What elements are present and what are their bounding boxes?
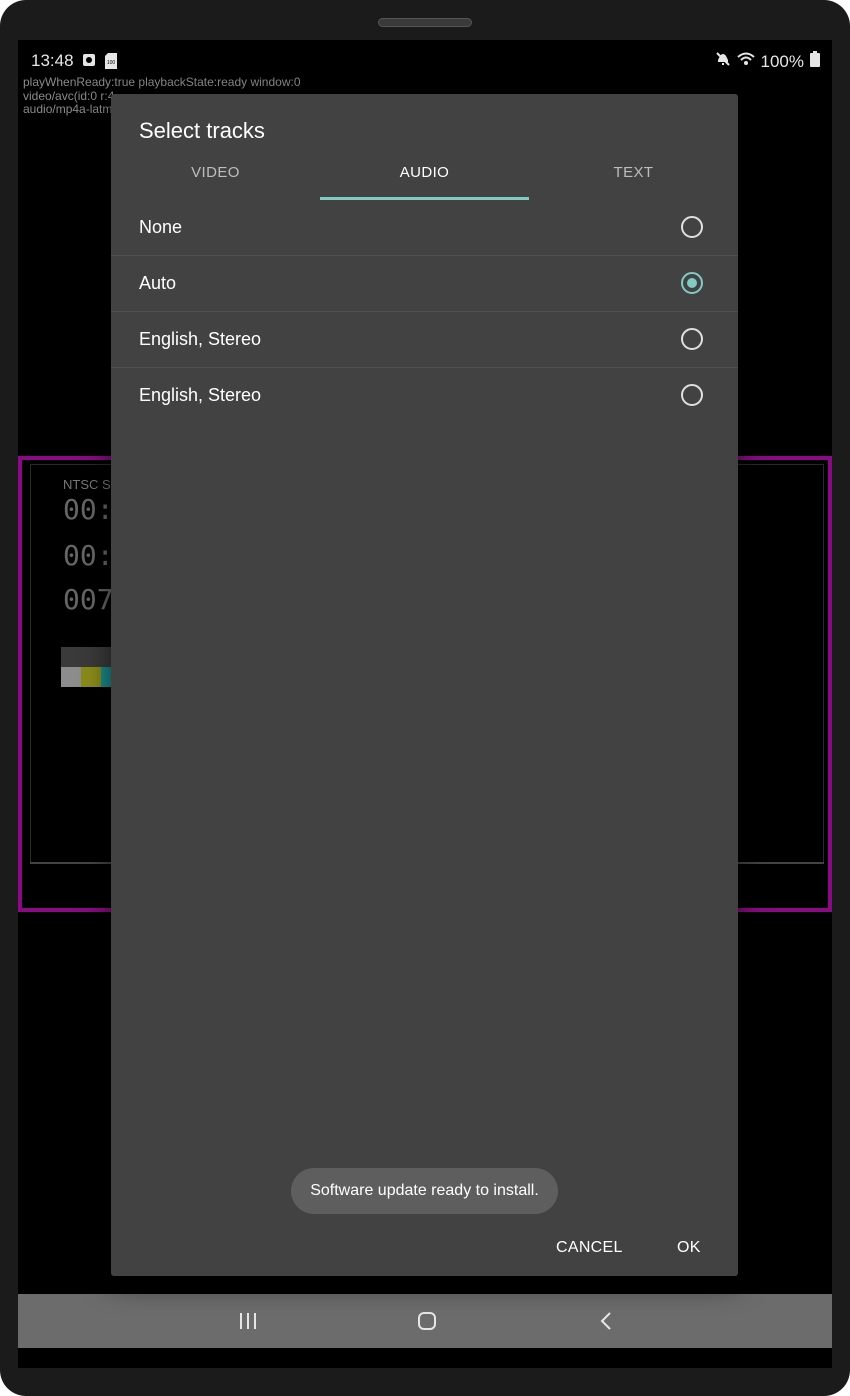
cancel-button[interactable]: CANCEL	[548, 1228, 631, 1268]
radio-button-checked[interactable]	[681, 272, 703, 294]
camera-notification-icon	[82, 53, 96, 72]
back-button[interactable]	[586, 1304, 626, 1338]
track-option-auto[interactable]: Auto	[111, 256, 738, 312]
radio-button[interactable]	[681, 384, 703, 406]
debug-line-3: audio/mp4a-latm	[23, 102, 113, 116]
track-list: None Auto English, Stereo English, Stere…	[111, 200, 738, 423]
status-right-group: 100%	[715, 51, 820, 72]
color-bar	[61, 647, 81, 667]
ok-button[interactable]: OK	[669, 1228, 709, 1268]
recent-apps-icon	[240, 1313, 256, 1329]
tab-video[interactable]: VIDEO	[111, 154, 320, 202]
speaker-grille	[378, 18, 472, 27]
toast-message: Software update ready to install.	[291, 1168, 558, 1214]
recent-apps-button[interactable]	[228, 1304, 268, 1338]
track-label: None	[139, 217, 183, 237]
wifi-icon	[736, 51, 755, 72]
track-type-tabs: VIDEO AUDIO TEXT	[111, 154, 738, 202]
sd-card-icon: 100	[105, 53, 117, 74]
color-bar	[81, 647, 101, 667]
dialog-title: Select tracks	[139, 118, 265, 143]
navigation-bar	[18, 1294, 832, 1348]
back-icon	[600, 1312, 611, 1330]
tab-audio[interactable]: AUDIO	[320, 154, 529, 202]
device-frame: 13:48 100 100% playWhenReady:true playba…	[0, 0, 850, 1396]
battery-level: 100%	[760, 51, 804, 71]
status-time: 13:48	[31, 51, 74, 70]
color-bar	[81, 667, 101, 687]
track-label: Auto	[139, 273, 177, 293]
track-label: English, Stereo	[139, 385, 262, 405]
home-button[interactable]	[407, 1304, 447, 1338]
sd-card-badge-text: 100	[107, 60, 116, 66]
color-bar	[61, 667, 81, 687]
track-label: English, Stereo	[139, 329, 262, 349]
tab-text[interactable]: TEXT	[529, 154, 738, 202]
battery-icon	[810, 51, 820, 72]
radio-button[interactable]	[681, 328, 703, 350]
select-tracks-dialog: Select tracks VIDEO AUDIO TEXT None Auto…	[111, 94, 738, 1276]
debug-line-1: playWhenReady:true playbackState:ready w…	[23, 75, 301, 89]
track-option-english-stereo-1[interactable]: English, Stereo	[111, 312, 738, 368]
mute-icon	[715, 51, 731, 72]
track-option-none[interactable]: None	[111, 200, 738, 256]
home-icon	[418, 1312, 436, 1330]
track-option-english-stereo-2[interactable]: English, Stereo	[111, 368, 738, 423]
radio-button[interactable]	[681, 216, 703, 238]
debug-line-2: video/avc(id:0 r:4	[23, 88, 115, 103]
